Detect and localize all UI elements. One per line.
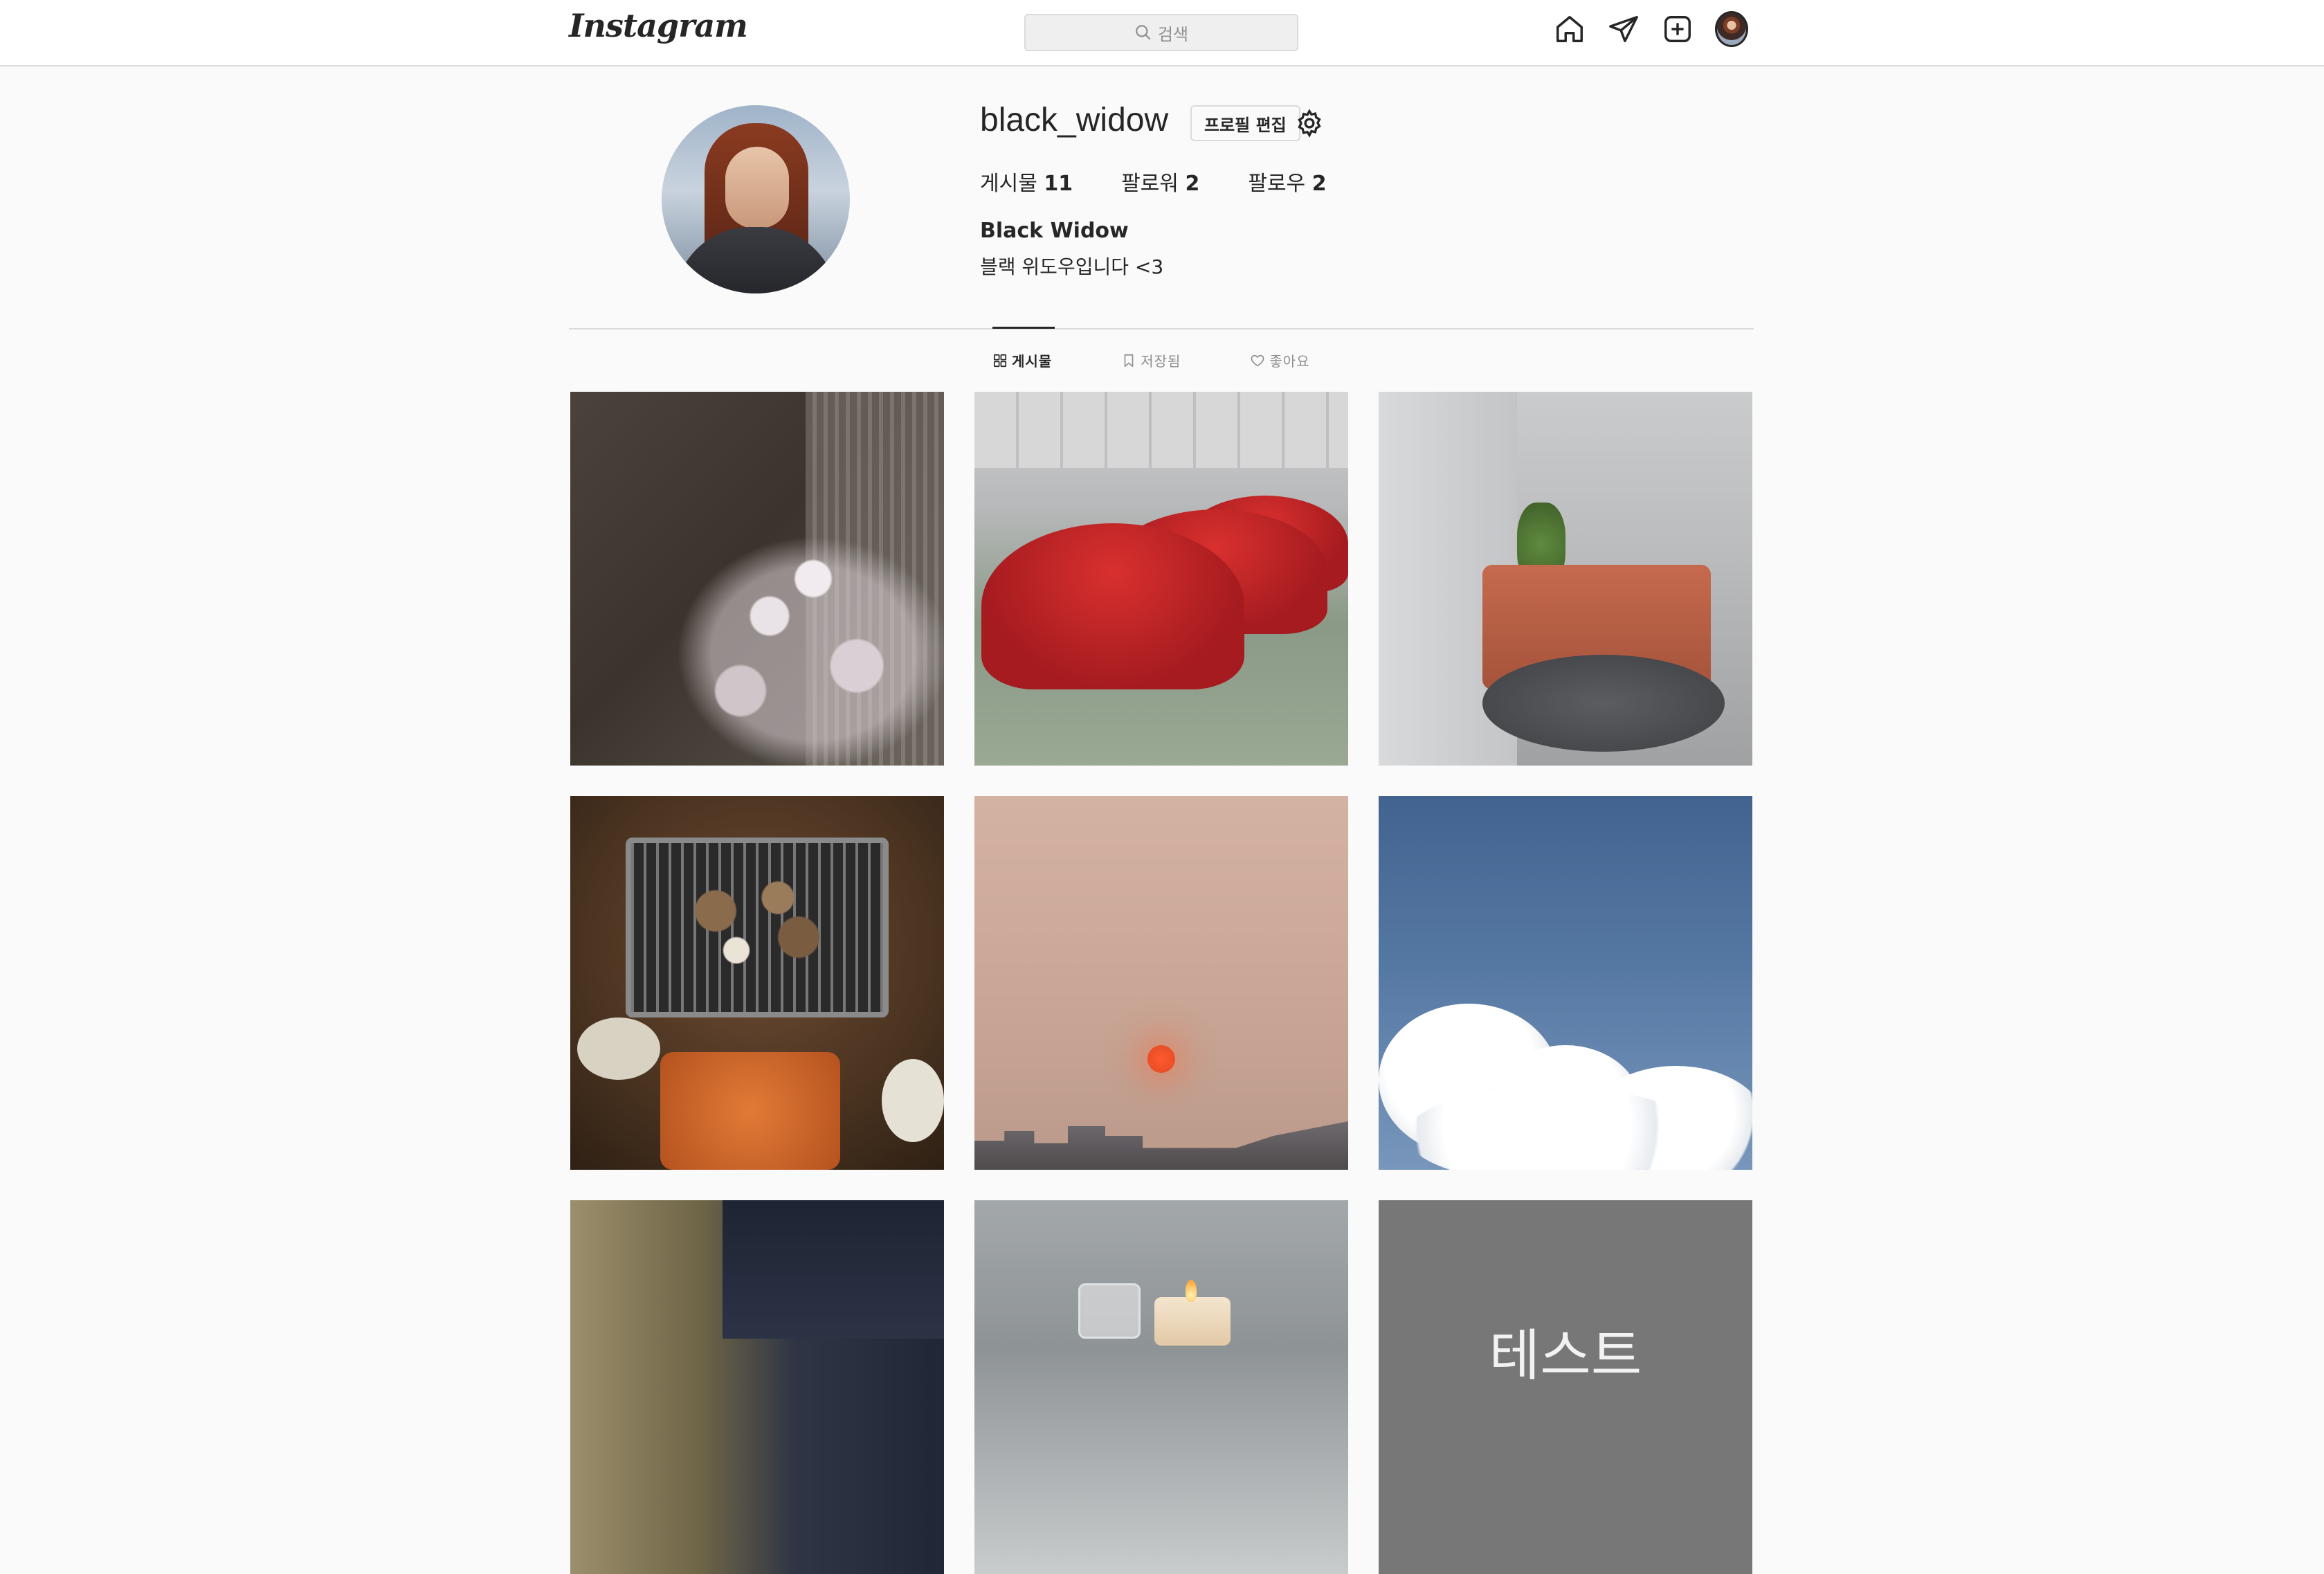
photo-dish	[577, 1017, 660, 1080]
post-text-card-text: 테스트	[1489, 1323, 1642, 1388]
tab-saved-label: 저장됨	[1141, 353, 1181, 370]
search-input[interactable]: 검색	[1024, 14, 1298, 51]
post-hazy-sunset[interactable]	[974, 796, 1348, 1170]
nav-avatar-image	[1715, 11, 1748, 47]
profile-username: black_widow	[980, 102, 1169, 138]
profile-bio: 블랙 위도우입니다 <3	[980, 255, 1164, 278]
profile-avatar-icon[interactable]	[1715, 11, 1748, 47]
post-lounge-chairs[interactable]	[1379, 392, 1752, 766]
tab-liked-label: 좋아요	[1269, 353, 1310, 370]
post-blue-sky-clouds[interactable]	[1379, 796, 1752, 1170]
photo-skyline	[974, 1121, 1348, 1170]
tab-posts-label: 게시물	[1012, 353, 1053, 370]
photo-dish	[882, 1059, 944, 1142]
stat-following-count: 2	[1311, 172, 1327, 196]
photo-kimchi-tray	[660, 1052, 840, 1170]
home-icon[interactable]	[1553, 12, 1586, 46]
stat-following[interactable]: 팔로우 2	[1248, 166, 1326, 197]
profile-tabs: 게시물 저장됨 좋아요	[992, 350, 1310, 370]
new-post-icon[interactable]	[1661, 12, 1694, 46]
grid-icon	[993, 354, 1007, 367]
photo-car	[981, 523, 1244, 689]
post-candle[interactable]	[974, 1200, 1348, 1574]
profile-picture-face	[725, 147, 789, 228]
profile-stats: 게시물 11 팔로워 2 팔로우 2	[980, 166, 1327, 197]
post-text-card[interactable]: 테스트	[1379, 1200, 1752, 1574]
stat-posts: 게시물 11	[980, 166, 1073, 197]
post-covered-red-cars[interactable]	[974, 392, 1348, 766]
post-korean-bbq[interactable]	[570, 796, 944, 1170]
search-icon	[1136, 25, 1151, 40]
photo-table	[1482, 655, 1725, 752]
top-navigation-bar: Instagram 검색	[0, 0, 2324, 66]
profile-picture[interactable]	[662, 105, 850, 293]
photo-jar	[1078, 1283, 1141, 1339]
instagram-logo[interactable]: Instagram	[569, 7, 748, 44]
heart-icon	[1251, 354, 1264, 366]
tab-liked[interactable]: 좋아요	[1250, 350, 1309, 370]
tab-saved[interactable]: 저장됨	[1121, 350, 1181, 370]
stat-posts-count: 11	[1044, 172, 1073, 196]
photo-ceiling	[974, 392, 1348, 468]
photo-flame	[1186, 1280, 1197, 1302]
photo-window	[723, 1200, 944, 1339]
post-room-at-dusk[interactable]	[570, 1200, 944, 1574]
photo-candle	[1154, 1297, 1231, 1346]
settings-gear-icon[interactable]	[1294, 108, 1325, 138]
stat-following-label: 팔로우	[1248, 172, 1306, 196]
direct-message-icon[interactable]	[1607, 12, 1640, 46]
photo-blossoms	[653, 516, 944, 766]
post-night-cherry-blossoms[interactable]	[570, 392, 944, 766]
search-placeholder: 검색	[1157, 24, 1189, 44]
tabs-divider	[569, 328, 1754, 329]
stat-followers-label: 팔로워	[1121, 172, 1179, 196]
active-tab-indicator	[992, 327, 1055, 329]
photo-meat	[653, 858, 861, 990]
nav-icons	[1553, 11, 1748, 47]
bookmark-icon	[1124, 354, 1134, 367]
profile-full-name: Black Widow	[980, 219, 1129, 243]
edit-profile-button[interactable]: 프로필 편집	[1190, 105, 1300, 141]
post-grid: 테스트	[570, 392, 1754, 1574]
stat-followers[interactable]: 팔로워 2	[1121, 166, 1199, 197]
tab-posts[interactable]: 게시물	[992, 350, 1052, 370]
stat-posts-label: 게시물	[980, 172, 1037, 196]
stat-followers-count: 2	[1185, 172, 1200, 196]
profile-picture-suit	[674, 227, 837, 293]
photo-sun	[1147, 1045, 1175, 1073]
